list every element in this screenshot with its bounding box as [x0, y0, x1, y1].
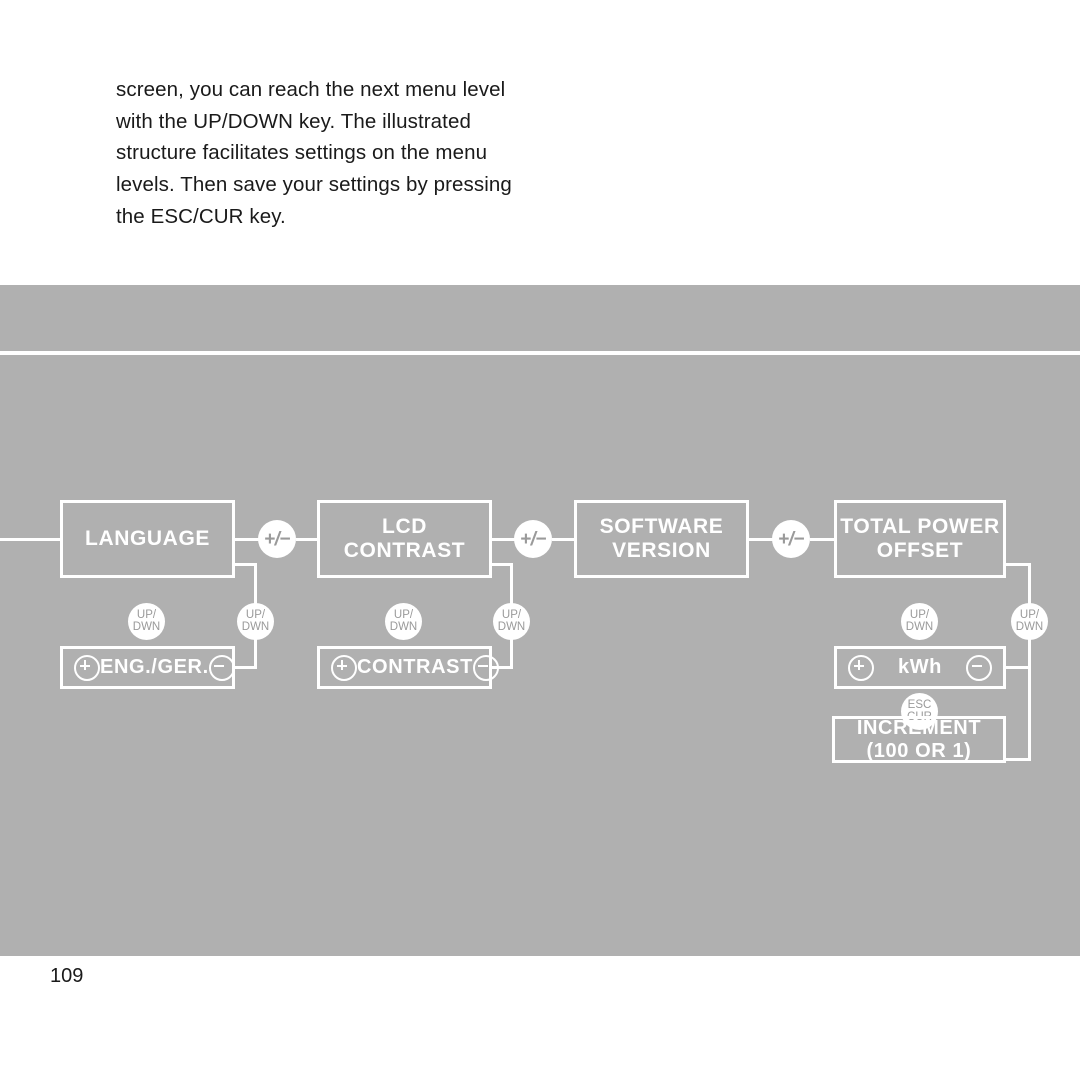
minus-circle-icon[interactable] [472, 654, 499, 681]
badge-updown-1-down[interactable]: UP/ DWN [128, 603, 165, 640]
node-software-version-label: SOFTWARE VERSION [599, 515, 724, 562]
node-lcd-contrast[interactable]: LCD CONTRAST [317, 500, 492, 578]
page-number: 109 [50, 965, 84, 987]
wire-c4-return-kwh [1006, 666, 1031, 669]
node-increment[interactable]: INCREMENT (100 OR 1) [832, 716, 1006, 763]
intro-paragraph-text: screen, you can reach the next menu leve… [116, 78, 512, 228]
node-language[interactable]: LANGUAGE [60, 500, 235, 578]
badge-plus-minus-2-label: +/− [520, 528, 546, 550]
wire-c4-return-vertical [1028, 563, 1031, 761]
badge-updown-4-down-line2: DWN [905, 620, 934, 633]
menu-structure-diagram: LANGUAGE +/− UP/ DWN UP/ DWN ENG./GER. L… [0, 285, 1080, 956]
badge-updown-4-down-line1: UP/ [909, 609, 930, 621]
wire-software-to-pm3 [749, 538, 774, 541]
badge-updown-1-return-line1: UP/ [245, 609, 266, 621]
wire-incoming-left [0, 538, 60, 541]
node-language-label: LANGUAGE [85, 527, 210, 551]
plus-circle-icon[interactable] [848, 654, 874, 681]
wire-language-to-pm1 [235, 538, 260, 541]
node-lcd-contrast-label: LCD CONTRAST [343, 515, 466, 562]
node-contrast-label: CONTRAST [357, 656, 473, 679]
node-eng-ger-label: ENG./GER. [100, 656, 209, 679]
figure-band: LANGUAGE +/− UP/ DWN UP/ DWN ENG./GER. L… [0, 285, 1080, 956]
node-kwh-label: kWh [897, 656, 943, 679]
wire-c4-return-increment [1006, 758, 1031, 761]
wire-lcd-to-pm2 [491, 538, 516, 541]
badge-plus-minus-1-label: +/− [264, 528, 290, 550]
badge-updown-2-return-line1: UP/ [501, 609, 522, 621]
node-total-power-offset[interactable]: TOTAL POWER OFFSET [834, 500, 1006, 578]
badge-updown-1-down-line1: UP/ [136, 609, 157, 621]
wire-c1-return-bottom [235, 666, 257, 669]
badge-updown-2-return[interactable]: UP/ DWN [493, 603, 530, 640]
minus-circle-icon[interactable] [966, 654, 992, 681]
wire-pm1-to-lcd [296, 538, 318, 541]
minus-circle-icon[interactable] [208, 654, 235, 681]
badge-updown-2-down-line2: DWN [389, 620, 418, 633]
badge-updown-1-down-line2: DWN [132, 620, 161, 633]
badge-esc-cur-line1: ESC [907, 699, 932, 711]
badge-updown-2-down[interactable]: UP/ DWN [385, 603, 422, 640]
badge-plus-minus-3-label: +/− [778, 528, 804, 550]
plus-circle-icon[interactable] [74, 654, 100, 681]
badge-updown-4-return[interactable]: UP/ DWN [1011, 603, 1048, 640]
node-increment-label: INCREMENT (100 OR 1) [856, 716, 982, 762]
badge-updown-4-return-line1: UP/ [1019, 609, 1040, 621]
node-contrast[interactable]: CONTRAST [317, 646, 499, 689]
node-software-version[interactable]: SOFTWARE VERSION [574, 500, 749, 578]
badge-plus-minus-1[interactable]: +/− [258, 520, 296, 558]
node-total-power-offset-label: TOTAL POWER OFFSET [840, 515, 1000, 562]
node-eng-ger[interactable]: ENG./GER. [60, 646, 235, 689]
badge-updown-1-return-line2: DWN [241, 620, 270, 633]
badge-updown-4-return-line2: DWN [1015, 620, 1044, 633]
badge-updown-4-down[interactable]: UP/ DWN [901, 603, 938, 640]
plus-circle-icon[interactable] [331, 654, 357, 681]
badge-updown-2-down-line1: UP/ [393, 609, 414, 621]
badge-plus-minus-3[interactable]: +/− [772, 520, 810, 558]
badge-updown-1-return[interactable]: UP/ DWN [237, 603, 274, 640]
badge-updown-2-return-line2: DWN [497, 620, 526, 633]
node-kwh[interactable]: kWh [834, 646, 1006, 689]
wire-pm2-to-software [552, 538, 574, 541]
badge-plus-minus-2[interactable]: +/− [514, 520, 552, 558]
intro-paragraph: screen, you can reach the next menu leve… [116, 74, 546, 233]
wire-pm3-to-total [810, 538, 834, 541]
